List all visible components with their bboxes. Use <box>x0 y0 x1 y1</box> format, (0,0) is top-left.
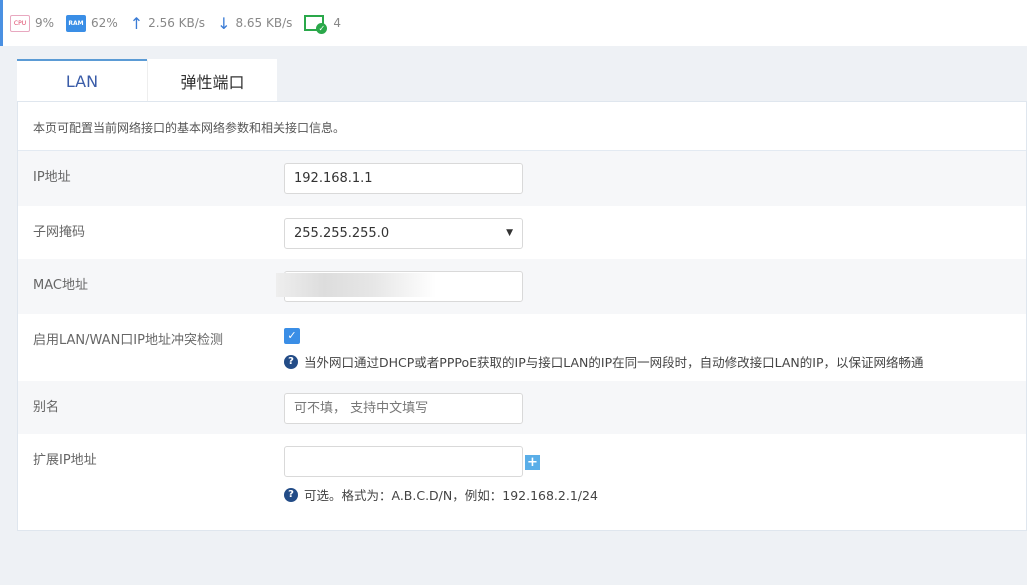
ram-icon: RAM <box>66 15 86 32</box>
conflict-row: 启用LAN/WAN口IP地址冲突检测 ✓ ?当外网口通过DHCP或者PPPoE获… <box>18 314 1026 381</box>
client-count: 4 <box>333 16 341 30</box>
upload-speed: 2.56 KB/s <box>148 16 205 30</box>
status-bar: CPU 9% RAM 62% ↑ 2.56 KB/s ↓ 8.65 KB/s ✓ 4 <box>0 0 1027 46</box>
ip-row: IP地址 192.168.1.1 <box>18 151 1026 206</box>
alias-row: 别名 可不填， 支持中文填写 <box>18 381 1026 434</box>
help-icon: ? <box>284 355 298 369</box>
ip-label: IP地址 <box>33 166 1026 185</box>
page-description: 本页可配置当前网络接口的基本网络参数和相关接口信息。 <box>18 102 1026 151</box>
ext-ip-help: 可选。格式为：A.B.C.D/N，例如：192.168.2.1/24 <box>304 485 598 504</box>
side-accent <box>0 0 3 46</box>
ip-input[interactable]: 192.168.1.1 <box>284 163 523 194</box>
tab-bar: LAN 弹性端口 <box>17 59 277 101</box>
mask-row: 子网掩码 255.255.255.0 ▼ <box>18 206 1026 259</box>
alias-input[interactable]: 可不填， 支持中文填写 <box>284 393 523 424</box>
mac-redacted <box>276 273 436 297</box>
download-speed: 8.65 KB/s <box>235 16 292 30</box>
upload-icon: ↑ <box>130 14 143 33</box>
mask-value: 255.255.255.0 <box>294 226 389 241</box>
help-icon: ? <box>284 488 298 502</box>
chevron-down-icon: ▼ <box>506 219 513 248</box>
mac-label: MAC地址 <box>33 274 1026 293</box>
ram-usage: 62% <box>91 16 118 30</box>
conflict-help: 当外网口通过DHCP或者PPPoE获取的IP与接口LAN的IP在同一网段时，自动… <box>304 352 923 371</box>
alias-label: 别名 <box>33 396 1026 415</box>
tab-elastic-port[interactable]: 弹性端口 <box>147 59 277 101</box>
add-ip-button[interactable]: + <box>525 455 540 470</box>
mask-select[interactable]: 255.255.255.0 ▼ <box>284 218 523 249</box>
cpu-usage: 9% <box>35 16 54 30</box>
conflict-checkbox[interactable]: ✓ <box>284 328 300 344</box>
tab-lan[interactable]: LAN <box>17 59 147 101</box>
monitor-check-icon: ✓ <box>304 15 324 31</box>
ext-ip-row: 扩展IP地址 + ?可选。格式为：A.B.C.D/N，例如：192.168.2.… <box>18 434 1026 531</box>
mac-row: MAC地址 <box>18 259 1026 314</box>
mask-label: 子网掩码 <box>33 221 1026 240</box>
download-icon: ↓ <box>217 14 230 33</box>
lan-settings-panel: 本页可配置当前网络接口的基本网络参数和相关接口信息。 IP地址 192.168.… <box>17 101 1027 531</box>
cpu-icon: CPU <box>10 15 30 32</box>
ext-ip-input[interactable] <box>284 446 523 477</box>
